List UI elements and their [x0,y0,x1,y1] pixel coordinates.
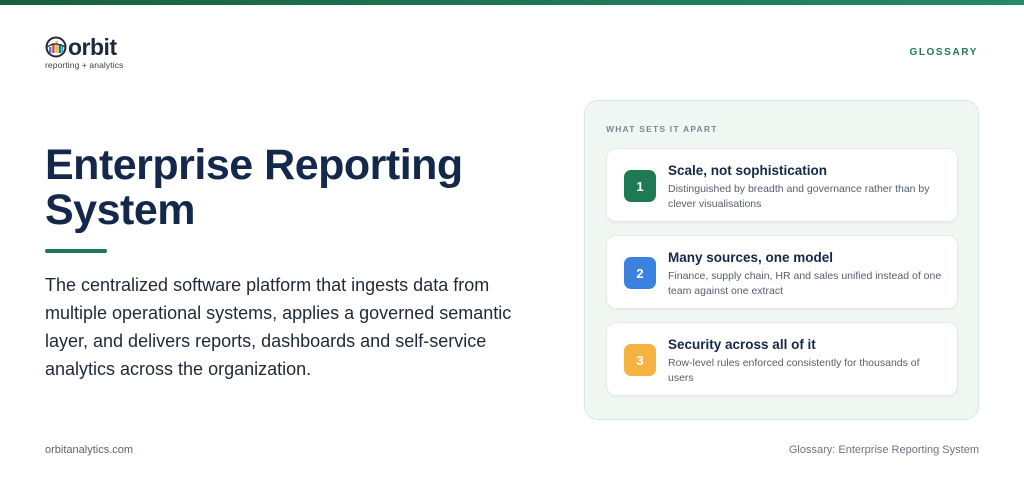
title-underline [45,249,107,253]
brand-name: orbit [68,34,117,60]
card-title: Many sources, one model [668,250,834,265]
number-badge: 3 [624,344,656,376]
card-description: Row-level rules enforced consistently fo… [668,357,920,384]
brand-tagline: reporting + analytics [45,60,124,70]
panel-label: WHAT SETS IT APART [606,124,718,134]
card-description: Finance, supply chain, HR and sales unif… [668,270,942,297]
number-badge: 1 [624,170,656,202]
card-title: Security across all of it [668,337,816,352]
differentiators-panel: WHAT SETS IT APART 1 Scale, not sophisti… [584,100,979,420]
top-accent-bar [0,0,1024,5]
differentiator-card: 1 Scale, not sophistication Distinguishe… [606,148,958,222]
orbit-logo-icon [45,36,67,58]
footer-page-label: Glossary: Enterprise Reporting System [788,444,979,456]
number-badge: 2 [624,257,656,289]
differentiator-card: 3 Security across all of it Row-level ru… [606,322,958,396]
definition-text: The centralized software platform that i… [45,275,512,379]
section-tag: GLOSSARY [909,47,978,58]
page-title: Enterprise Reporting System [45,141,463,234]
differentiator-card: 2 Many sources, one model Finance, suppl… [606,235,958,309]
brand-logo: orbit reporting + analytics [45,34,124,71]
card-description: Distinguished by breadth and governance … [668,183,930,210]
footer-website: orbitanalytics.com [45,444,134,456]
card-title: Scale, not sophistication [668,163,828,178]
